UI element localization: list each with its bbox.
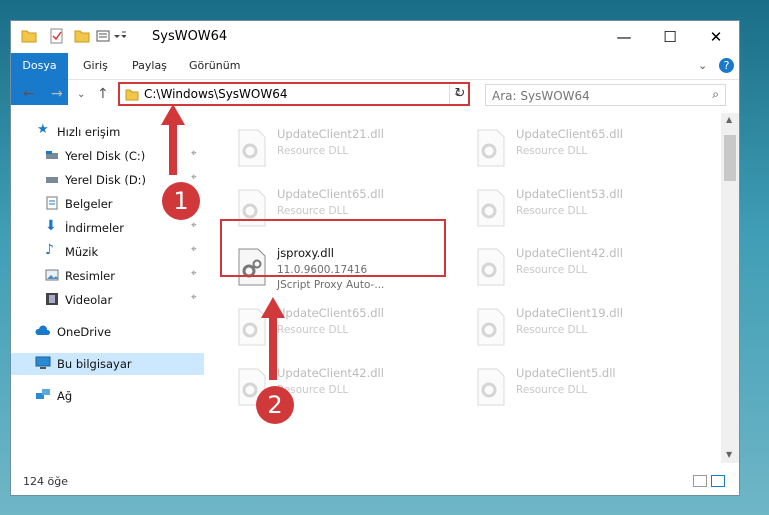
arrow-up-to-address-icon — [161, 104, 185, 175]
callout-badge-2: 2 — [256, 386, 294, 424]
callout-badge-1: 1 — [162, 182, 200, 220]
arrow-up-to-file-icon — [261, 297, 285, 380]
annotation-arrows — [161, 104, 285, 380]
